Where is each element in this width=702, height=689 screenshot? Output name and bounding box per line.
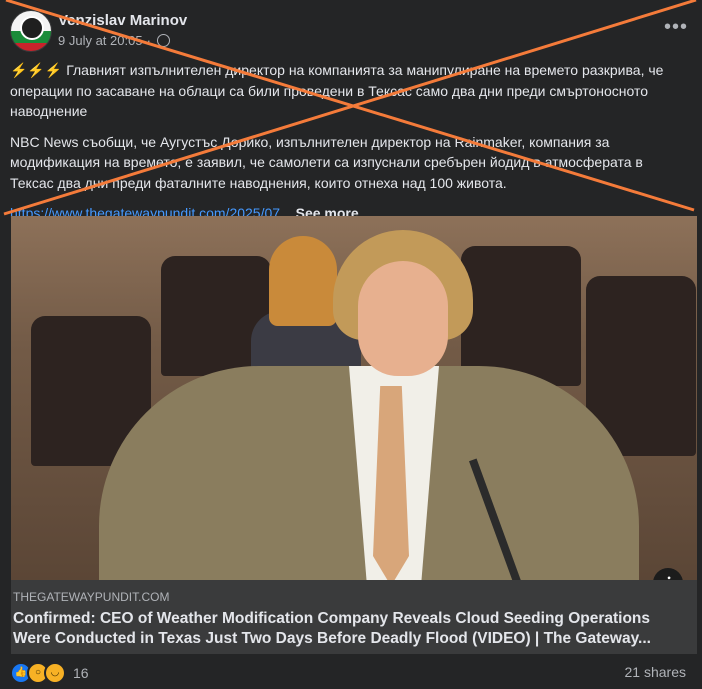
post-footer: 👍 ○ ◡ 16 21 shares: [10, 660, 686, 686]
globe-icon: [156, 34, 170, 47]
link-domain: THEGATEWAYPUNDIT.COM: [13, 590, 170, 604]
shares-count[interactable]: 21 shares: [625, 664, 686, 680]
avatar-emblem: [20, 16, 44, 40]
link-card[interactable]: THEGATEWAYPUNDIT.COM Confirmed: CEO of W…: [11, 580, 697, 654]
post-header: Venzislav Marinov 9 July at 20:05 · •••: [10, 8, 692, 56]
reaction-count: 16: [73, 665, 89, 681]
paragraph-1: ⚡⚡⚡ Главният изпълнителен директор на ко…: [10, 60, 690, 122]
more-options-icon[interactable]: •••: [664, 16, 688, 39]
reactions-summary[interactable]: 👍 ○ ◡ 16: [10, 662, 89, 684]
haha-glyph: ◡: [50, 667, 60, 678]
facebook-post: Venzislav Marinov 9 July at 20:05 · ••• …: [0, 0, 702, 689]
separator: ·: [146, 33, 151, 48]
link-preview-image[interactable]: i: [11, 216, 697, 580]
post-meta: 9 July at 20:05 ·: [58, 33, 170, 48]
chair: [461, 246, 581, 386]
zap-emojis: ⚡⚡⚡: [10, 62, 63, 78]
background-person-head: [269, 236, 337, 326]
avatar[interactable]: [10, 10, 52, 52]
post-date[interactable]: 9 July at 20:05: [58, 33, 143, 48]
haha-reaction-icon: ◡: [44, 662, 66, 684]
link-headline[interactable]: Confirmed: CEO of Weather Modification C…: [13, 609, 689, 649]
speaker-face: [358, 261, 448, 376]
post-text: ⚡⚡⚡ Главният изпълнителен директор на ко…: [10, 60, 690, 234]
paragraph-1-text: Главният изпълнителен директор на компан…: [10, 62, 664, 119]
paragraph-2: NBC News съобщи, че Аугустъс Дорико, изп…: [10, 133, 643, 191]
author-name[interactable]: Venzislav Marinov: [58, 12, 187, 29]
